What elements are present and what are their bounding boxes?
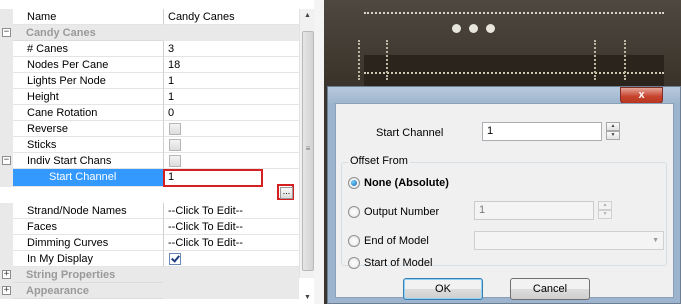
category-appearance[interactable]: + Appearance <box>0 283 299 299</box>
grid-row-strand-node-names[interactable]: Strand/Node Names --Click To Edit-- <box>0 203 299 219</box>
category-label: Candy Canes <box>13 25 163 41</box>
property-value[interactable]: 0 <box>163 105 299 121</box>
start-channel-ellipsis-button[interactable]: ... <box>277 184 294 200</box>
start-channel-input[interactable]: 1 <box>482 122 602 141</box>
category-string-properties[interactable]: + String Properties <box>0 267 299 283</box>
property-name: Strand/Node Names <box>13 203 163 219</box>
start-channel-value[interactable]: 1 <box>163 169 263 187</box>
sticks-checkbox[interactable] <box>169 139 181 151</box>
output-number-input[interactable]: 1 <box>474 201 594 220</box>
spin-up-icon[interactable]: ▲ <box>606 122 620 131</box>
grid-row-name[interactable]: Name Candy Canes <box>0 9 299 25</box>
light-node <box>469 24 478 33</box>
radio-end-of-model[interactable] <box>348 235 360 247</box>
grid-row-canes[interactable]: # Canes 3 <box>0 41 299 57</box>
light-node <box>486 24 495 33</box>
grid-row-nodes-per-cane[interactable]: Nodes Per Cane 18 <box>0 57 299 73</box>
radio-label-none-absolute[interactable]: None (Absolute) <box>364 176 449 190</box>
radio-label-output-number[interactable]: Output Number <box>364 205 439 219</box>
property-name: Dimming Curves <box>13 235 163 251</box>
property-value[interactable]: --Click To Edit-- <box>163 235 299 251</box>
property-name: Reverse <box>13 121 163 137</box>
grid-row-faces[interactable]: Faces --Click To Edit-- <box>0 219 299 235</box>
grid-row-dimming-curves[interactable]: Dimming Curves --Click To Edit-- <box>0 235 299 251</box>
radio-start-of-model[interactable] <box>348 257 360 269</box>
offset-from-label: Offset From <box>348 154 410 168</box>
indiv-start-chans-checkbox[interactable] <box>169 155 181 167</box>
grid-row-start-channel[interactable]: Start Channel 1 <box>0 169 299 187</box>
grid-row-in-my-display[interactable]: In My Display <box>0 251 299 267</box>
property-value[interactable]: Candy Canes <box>163 9 299 25</box>
radio-output-number[interactable] <box>348 206 360 218</box>
category-label: Appearance <box>13 283 163 299</box>
expand-icon[interactable]: + <box>2 270 11 279</box>
grid-row-reverse[interactable]: Reverse <box>0 121 299 137</box>
reverse-checkbox[interactable] <box>169 123 181 135</box>
grid-row-sticks[interactable]: Sticks <box>0 137 299 153</box>
spin-down-icon[interactable]: ▼ <box>598 210 612 219</box>
scroll-up-arrow-icon[interactable]: ▲ <box>300 9 315 22</box>
start-channel-label: Start Channel <box>376 127 444 139</box>
category-label: String Properties <box>13 267 163 283</box>
property-name: Faces <box>13 219 163 235</box>
splitter[interactable] <box>314 0 324 304</box>
property-value[interactable]: 3 <box>163 41 299 57</box>
chevron-down-icon: ▼ <box>652 237 659 244</box>
property-value[interactable]: 1 <box>163 89 299 105</box>
start-channel-dialog: x Start Channel 1 ▲ ▼ Offset From None (… <box>327 86 681 304</box>
ok-button[interactable]: OK <box>403 278 483 300</box>
property-name: In My Display <box>13 251 163 267</box>
grid-row-indiv-start-chans[interactable]: − Indiv Start Chans <box>0 153 299 169</box>
property-value[interactable]: 1 <box>163 73 299 89</box>
dialog-body: Start Channel 1 ▲ ▼ Offset From None (Ab… <box>335 103 674 300</box>
property-grid-scrollbar[interactable]: ▲ ▼ <box>299 9 315 301</box>
property-name: Sticks <box>13 137 163 153</box>
grid-row-cane-rotation[interactable]: Cane Rotation 0 <box>0 105 299 121</box>
radio-none-absolute[interactable] <box>348 177 360 189</box>
spin-down-icon[interactable]: ▼ <box>606 131 620 140</box>
start-channel-spinner[interactable]: ▲ ▼ <box>606 122 620 141</box>
property-name: Start Channel <box>13 169 163 187</box>
property-name: Nodes Per Cane <box>13 57 163 73</box>
grid-row-lights-per-node[interactable]: Lights Per Node 1 <box>0 73 299 89</box>
property-value[interactable]: --Click To Edit-- <box>163 203 299 219</box>
output-number-spinner[interactable]: ▲ ▼ <box>598 201 612 220</box>
property-value[interactable]: 18 <box>163 57 299 73</box>
scroll-thumb[interactable] <box>302 31 314 271</box>
ellipsis-icon: ... <box>280 187 293 199</box>
spin-up-icon[interactable]: ▲ <box>598 201 612 210</box>
property-name: Name <box>13 9 163 25</box>
property-name: Height <box>13 89 163 105</box>
property-name: Indiv Start Chans <box>13 153 163 169</box>
end-of-model-dropdown[interactable]: ▼ <box>474 231 664 250</box>
radio-label-end-of-model[interactable]: End of Model <box>364 234 429 248</box>
property-value[interactable]: --Click To Edit-- <box>163 219 299 235</box>
category-candy-canes[interactable]: − Candy Canes <box>0 25 299 41</box>
light-node <box>452 24 461 33</box>
scroll-down-arrow-icon[interactable]: ▼ <box>300 291 315 304</box>
in-my-display-checkbox[interactable] <box>169 253 181 265</box>
collapse-icon[interactable]: − <box>2 156 11 165</box>
property-name: # Canes <box>13 41 163 57</box>
cancel-button[interactable]: Cancel <box>510 278 590 300</box>
property-name: Lights Per Node <box>13 73 163 89</box>
close-button[interactable]: x <box>620 87 663 104</box>
property-grid: Name Candy Canes − Candy Canes # Canes 3… <box>0 0 299 283</box>
radio-label-start-of-model[interactable]: Start of Model <box>364 256 432 270</box>
collapse-icon[interactable]: − <box>2 28 11 37</box>
property-name: Cane Rotation <box>13 105 163 121</box>
expand-icon[interactable]: + <box>2 286 11 295</box>
grid-row-height[interactable]: Height 1 <box>0 89 299 105</box>
